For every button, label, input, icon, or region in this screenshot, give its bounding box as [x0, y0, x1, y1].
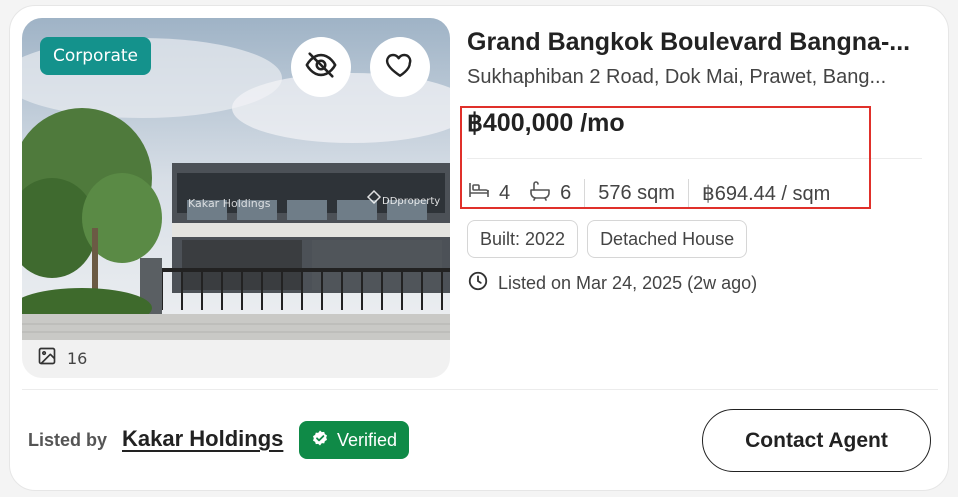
corporate-badge: Corporate	[40, 37, 151, 75]
verified-label: Verified	[337, 429, 398, 450]
tag-built-year: Built: 2022	[467, 220, 579, 258]
hide-listing-button[interactable]	[291, 37, 351, 97]
footer-divider	[22, 389, 938, 390]
listing-title[interactable]: Grand Bangkok Boulevard Bangna-...	[467, 28, 917, 57]
eye-off-icon	[304, 48, 338, 86]
spec-divider	[687, 179, 689, 207]
bathrooms: 6	[528, 179, 571, 207]
listing-address: Sukhaphiban 2 Road, Dok Mai, Prawet, Ban…	[467, 66, 887, 88]
photo-watermark-brand: DDproperty	[382, 196, 440, 207]
bed-icon	[467, 179, 491, 207]
listing-price: ฿400,000 /mo	[467, 109, 625, 137]
photo-watermark-agent: Kakar Holdings	[188, 197, 271, 210]
tag-property-type: Detached House	[587, 220, 748, 258]
photo-count-value: 16	[67, 348, 88, 368]
price-per-sqm-value: ฿694.44 / sqm	[701, 182, 831, 205]
listing-media[interactable]: Kakar Holdings DDproperty Corporate 16	[22, 18, 450, 378]
favorite-button[interactable]	[370, 37, 430, 97]
spec-divider	[584, 179, 586, 207]
verified-badge: Verified	[299, 421, 410, 459]
verified-check-icon	[311, 429, 329, 452]
listed-date: Listed on Mar 24, 2025 (2w ago)	[467, 270, 757, 297]
photo-count[interactable]: 16	[37, 346, 87, 370]
listed-date-text: Listed on Mar 24, 2025 (2w ago)	[498, 273, 758, 293]
area-value: 576 sqm	[598, 181, 675, 204]
listing-specs: 4 6 576 sqm ฿694.44 / sqm	[467, 176, 830, 210]
bedrooms-value: 4	[499, 181, 511, 204]
listed-by-label: Listed by	[28, 430, 108, 450]
image-icon	[37, 346, 57, 370]
agent-name-link[interactable]: Kakar Holdings	[122, 426, 283, 452]
clock-icon	[467, 270, 489, 297]
bathrooms-value: 6	[560, 181, 572, 204]
contact-agent-button[interactable]: Contact Agent	[702, 409, 931, 472]
bedrooms: 4	[467, 179, 510, 207]
listing-card[interactable]: Kakar Holdings DDproperty Corporate 16 G…	[9, 5, 949, 491]
price-divider	[467, 158, 922, 159]
listing-tags: Built: 2022 Detached House	[467, 220, 748, 258]
bathtub-icon	[528, 179, 552, 207]
heart-icon	[384, 49, 416, 85]
